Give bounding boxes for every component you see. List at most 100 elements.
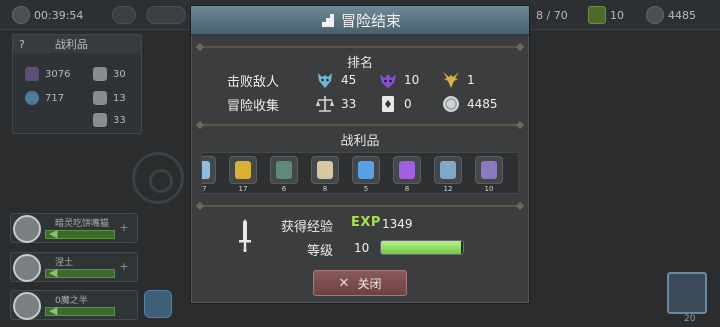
stone-slab-icon (276, 161, 292, 179)
close-button[interactable]: ✕ 关闭 (313, 270, 407, 296)
question-gem-icon (93, 91, 107, 105)
side-loot-value: 33 (113, 114, 126, 126)
collected-coin-value: 4485 (467, 97, 498, 111)
xp-value: 1349 (382, 217, 413, 231)
avatar (13, 215, 41, 243)
card-icon (588, 6, 606, 24)
blue-demon-icon (318, 73, 332, 88)
collected-scales-stat: 33 (315, 94, 356, 114)
close-icon: ✕ (338, 275, 350, 291)
collected-card-stat: 0 (378, 94, 412, 114)
player-card[interactable]: 涅土 ◀ + (10, 252, 138, 282)
potion-icon (93, 113, 107, 127)
loot-slot[interactable] (229, 156, 257, 184)
defeated-label: 击败敌人 (227, 75, 280, 90)
arrow-left-icon: ◀ (49, 304, 58, 317)
collected-label: 冒险收集 (227, 99, 280, 114)
loot-count: 8 (404, 185, 410, 193)
xp-label: 获得经验 (281, 220, 334, 235)
add-friend-icon[interactable]: + (117, 221, 131, 235)
chat-button[interactable] (144, 290, 172, 318)
settings-gear-icon (132, 152, 184, 204)
loot-slot[interactable] (475, 156, 503, 184)
divider (199, 124, 521, 126)
coin-icon (646, 6, 664, 24)
lightning-charm-icon (235, 161, 251, 179)
blue-orb-icon (25, 91, 39, 105)
partial-item-icon (202, 161, 210, 179)
stairs-icon (319, 14, 334, 27)
help-icon[interactable]: ? (19, 38, 25, 51)
player-card[interactable]: 暗灵吃饼嘴猫 ◀ + (10, 213, 138, 243)
loot-slot[interactable] (311, 156, 339, 184)
card-count-text: 10 (610, 8, 624, 22)
purple-cube-icon (481, 161, 497, 179)
collected-coin-stat: 4485 (441, 94, 498, 114)
loot-slot[interactable] (270, 156, 298, 184)
side-loot-title: 战利品 (54, 38, 88, 51)
defeated-purple-stat: 10 (378, 70, 419, 90)
loot-count: 10 (484, 185, 494, 193)
side-loot-value: 13 (113, 92, 126, 104)
loot-count: 12 (443, 185, 453, 193)
arrow-left-icon: ◀ (49, 266, 58, 279)
gold-demon-icon (443, 72, 459, 88)
card-icon (382, 96, 394, 112)
side-loot-value: 30 (113, 68, 126, 80)
loot-slot[interactable] (393, 156, 421, 184)
side-loot-item: 3076 (25, 67, 70, 81)
silver-coin-icon (443, 96, 459, 112)
close-button-label: 关闭 (357, 276, 382, 291)
add-friend-icon[interactable]: + (117, 260, 131, 274)
dungeon-icon[interactable] (112, 6, 136, 24)
purple-gem-icon (399, 161, 415, 179)
loot-slot[interactable] (352, 156, 380, 184)
wolf-icon (93, 67, 107, 81)
side-loot-item: 33 (93, 113, 126, 127)
scroll-icon (317, 161, 333, 179)
portrait-count: 20 (684, 314, 696, 324)
loot-slot[interactable] (434, 156, 462, 184)
defeated-gold-stat: 1 (441, 70, 475, 90)
arrow-left-icon: ◀ (49, 227, 58, 240)
character-portrait[interactable] (667, 272, 707, 314)
sword-icon[interactable] (146, 6, 186, 24)
divider (199, 46, 521, 48)
loot-count: 8 (322, 185, 328, 193)
level-progress-fill (381, 241, 461, 254)
collected-card-value: 0 (404, 97, 412, 111)
loot-count: 6 (281, 185, 287, 193)
loot-count: 17 (201, 185, 207, 193)
purple-gem-icon (25, 67, 39, 81)
room-counter: 8 / 70 (536, 4, 568, 26)
side-loot-header: ? 战利品 (13, 35, 141, 53)
question-gem-icon (358, 161, 374, 179)
level-value: 10 (354, 241, 370, 255)
side-loot-item: 13 (93, 91, 126, 105)
blue-cube-icon (440, 161, 456, 179)
defeated-blue-stat: 45 (315, 70, 356, 90)
card-counter: 10 (588, 4, 624, 26)
avatar (13, 292, 41, 320)
defeated-purple-value: 10 (404, 73, 420, 87)
sword-icon (239, 219, 251, 252)
level-progress-bar (380, 240, 464, 255)
loot-title: 战利品 (340, 134, 380, 149)
side-loot-panel: ? 战利品 3076 30 717 13 33 (12, 34, 142, 134)
loot-count: 5 (363, 185, 369, 193)
side-loot-item: 30 (93, 67, 126, 81)
defeated-gold-value: 1 (467, 73, 475, 87)
room-count-text: 8 / 70 (536, 8, 568, 22)
side-loot-value: 3076 (45, 68, 71, 80)
defeated-blue-value: 45 (341, 73, 357, 87)
divider (199, 205, 521, 207)
side-loot-item: 717 (25, 91, 64, 105)
avatar (13, 254, 41, 282)
loot-slot[interactable] (202, 156, 216, 184)
player-card[interactable]: 0魔之半 ◀ (10, 290, 138, 320)
dialog-title-bar: 冒险结束 (191, 6, 529, 36)
exp-tag: EXP (351, 215, 381, 230)
loot-strip[interactable]: 17 17 6 8 5 8 12 10 (201, 152, 519, 194)
level-label: 等级 (307, 244, 334, 259)
loot-count: 17 (238, 185, 248, 193)
